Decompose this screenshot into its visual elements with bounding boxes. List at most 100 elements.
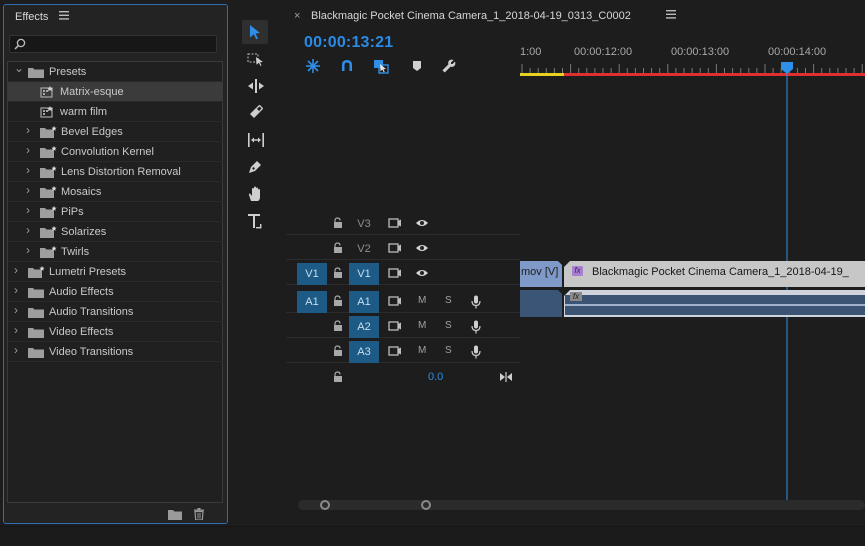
work-area-bar[interactable] — [520, 73, 865, 76]
microphone-icon[interactable] — [470, 320, 484, 334]
effects-tree-item[interactable]: › Twirls — [8, 242, 223, 262]
track-label-v1[interactable]: V1 — [349, 263, 379, 285]
effects-tree-item[interactable]: warm film — [8, 102, 223, 122]
ripple-edit-tool-icon[interactable] — [242, 74, 268, 98]
lock-icon[interactable] — [332, 217, 346, 229]
eye-icon[interactable] — [415, 267, 429, 279]
chevron-right-icon[interactable]: › — [26, 224, 34, 236]
eye-icon[interactable] — [415, 217, 429, 229]
effects-panel-title[interactable]: Effects — [15, 11, 48, 23]
sync-lock-icon[interactable] — [388, 295, 402, 307]
solo-button[interactable]: S — [445, 295, 452, 306]
sync-lock-icon[interactable] — [388, 267, 402, 279]
chevron-right-icon[interactable]: › — [14, 304, 22, 316]
selection-tool-icon[interactable] — [242, 20, 268, 44]
master-volume-value[interactable]: 0.0 — [428, 371, 443, 383]
track-lane-v1[interactable]: mov [V] fx Blackmagic Pocket Cinema Came… — [520, 261, 865, 287]
hamburger-icon[interactable] — [666, 10, 676, 22]
mute-button[interactable]: M — [418, 345, 426, 356]
chevron-right-icon[interactable]: › — [26, 124, 34, 136]
nest-toggle-icon[interactable] — [305, 58, 321, 74]
sync-lock-icon[interactable] — [388, 345, 402, 357]
track-label-a2[interactable]: A2 — [349, 316, 379, 338]
chevron-right-icon[interactable]: › — [14, 324, 22, 336]
mute-button[interactable]: M — [418, 320, 426, 331]
wrench-settings-icon[interactable] — [441, 58, 457, 74]
effects-tree-item[interactable]: › Lumetri Presets — [8, 262, 223, 282]
effects-tree-item[interactable]: ⌄ Presets — [8, 62, 223, 82]
playhead-timecode[interactable]: 00:00:13:21 — [304, 34, 393, 52]
effects-tree-item[interactable]: Matrix-esque — [8, 82, 223, 102]
effects-tree-item[interactable]: › Audio Effects — [8, 282, 223, 302]
source-patch-v1[interactable]: V1 — [297, 263, 327, 285]
source-patch-a1[interactable]: A1 — [297, 291, 327, 313]
lock-icon[interactable] — [332, 345, 346, 357]
effects-tree-item[interactable]: › Solarizes — [8, 222, 223, 242]
track-label-v3[interactable]: V3 — [349, 213, 379, 235]
linked-selection-icon[interactable] — [373, 58, 389, 74]
chevron-right-icon[interactable]: › — [26, 204, 34, 216]
close-sequence-button[interactable]: × — [294, 10, 300, 22]
lock-icon[interactable] — [332, 242, 346, 254]
lock-icon[interactable] — [332, 267, 346, 279]
chevron-right-icon[interactable]: › — [14, 284, 22, 296]
microphone-icon[interactable] — [470, 295, 484, 309]
snap-magnet-icon[interactable] — [339, 58, 355, 74]
clip-v1-main[interactable]: fx Blackmagic Pocket Cinema Camera_1_201… — [564, 261, 865, 287]
hamburger-icon[interactable] — [59, 11, 69, 23]
chevron-right-icon[interactable]: › — [26, 244, 34, 256]
lock-icon[interactable] — [332, 320, 346, 332]
effects-tree-item[interactable]: › Video Effects — [8, 322, 223, 342]
razor-tool-icon[interactable] — [242, 101, 268, 125]
sync-lock-icon[interactable] — [388, 320, 402, 332]
clip-a1-main[interactable]: fx — [564, 290, 865, 317]
chevron-right-icon[interactable]: › — [26, 144, 34, 156]
type-tool-icon[interactable] — [242, 209, 268, 233]
track-label-v2[interactable]: V2 — [349, 238, 379, 260]
track-lane-a1[interactable]: fx — [520, 290, 865, 317]
hand-tool-icon[interactable] — [242, 182, 268, 206]
effects-tree-item[interactable]: › Video Transitions — [8, 342, 223, 362]
track-label-a1[interactable]: A1 — [349, 291, 379, 313]
lock-icon[interactable] — [332, 371, 346, 383]
effects-tree-item[interactable]: › Convolution Kernel — [8, 142, 223, 162]
effects-tree-item-label: PiPs — [61, 206, 84, 218]
mute-button[interactable]: M — [418, 295, 426, 306]
lock-icon[interactable] — [332, 295, 346, 307]
solo-button[interactable]: S — [445, 320, 452, 331]
clip-a1-prev[interactable] — [520, 290, 562, 317]
sync-lock-icon[interactable] — [388, 242, 402, 254]
timeline-zoom-scrollbar[interactable] — [298, 500, 865, 510]
preset-icon — [40, 86, 57, 98]
microphone-icon[interactable] — [470, 345, 484, 359]
sequence-tab-title[interactable]: Blackmagic Pocket Cinema Camera_1_2018-0… — [311, 10, 631, 22]
chevron-right-icon[interactable]: › — [14, 344, 22, 356]
solo-button[interactable]: S — [445, 345, 452, 356]
effects-tree-item[interactable]: › PiPs — [8, 202, 223, 222]
chevron-down-icon[interactable]: ⌄ — [14, 62, 24, 74]
clip-v1-prev[interactable]: mov [V] — [520, 261, 562, 287]
track-select-tool-icon[interactable] — [242, 47, 268, 71]
track-label-a3[interactable]: A3 — [349, 341, 379, 363]
slip-tool-icon[interactable] — [242, 128, 268, 152]
effects-tree-item[interactable]: › Lens Distortion Removal — [8, 162, 223, 182]
go-to-end-icon[interactable] — [499, 371, 513, 383]
scroll-handle-left[interactable] — [320, 500, 330, 510]
sync-lock-icon[interactable] — [388, 217, 402, 229]
effects-search-input[interactable] — [9, 35, 217, 53]
chevron-right-icon[interactable]: › — [26, 164, 34, 176]
scroll-handle-right[interactable] — [421, 500, 431, 510]
effects-tree-item[interactable]: › Mosaics — [8, 182, 223, 202]
new-bin-icon[interactable] — [168, 508, 182, 520]
eye-icon[interactable] — [415, 242, 429, 254]
add-marker-icon[interactable] — [409, 58, 425, 74]
folder-icon — [28, 346, 45, 358]
effects-tree-item-label: Video Effects — [49, 326, 114, 338]
pen-tool-icon[interactable] — [242, 155, 268, 179]
trash-icon[interactable] — [193, 508, 207, 521]
effects-tree-item[interactable]: › Bevel Edges — [8, 122, 223, 142]
chevron-right-icon[interactable]: › — [14, 264, 22, 276]
folder-icon — [28, 326, 45, 338]
effects-tree-item[interactable]: › Audio Transitions — [8, 302, 223, 322]
chevron-right-icon[interactable]: › — [26, 184, 34, 196]
